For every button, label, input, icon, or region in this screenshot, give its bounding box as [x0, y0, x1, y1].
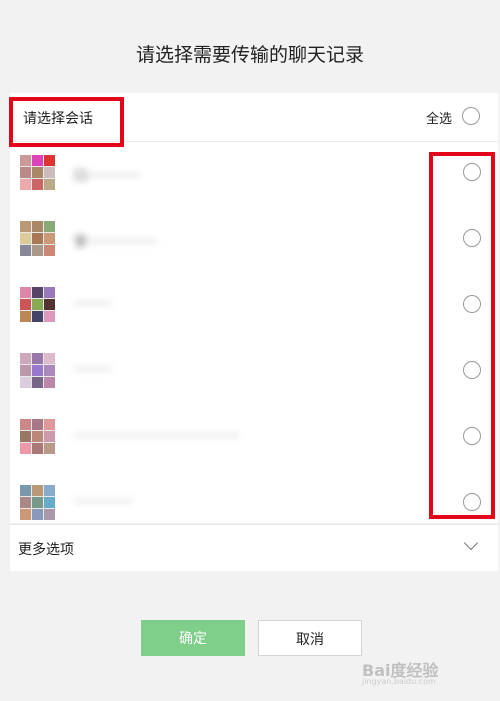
avatar-tile [20, 509, 31, 520]
chat-avatar [20, 287, 55, 322]
avatar-tile [44, 311, 55, 322]
chat-name: ·············· [74, 495, 132, 510]
chat-list-panel: 请选择会话 全选 口············· 苷···············… [10, 93, 498, 523]
avatar-tile [32, 377, 43, 388]
chat-select-radio[interactable] [463, 163, 481, 181]
avatar-tile [20, 443, 31, 454]
avatar-tile [20, 365, 31, 376]
confirm-button[interactable]: 确定 [141, 620, 245, 656]
avatar-tile [20, 287, 31, 298]
chat-select-radio[interactable] [463, 295, 481, 313]
avatar-tile [32, 353, 43, 364]
chat-row[interactable]: ········· [10, 339, 498, 405]
chat-avatar [20, 221, 55, 256]
chat-row[interactable]: ········· [10, 273, 498, 339]
chat-name: 苷················· [74, 235, 158, 250]
chat-name: ········· [74, 297, 112, 312]
avatar-tile [20, 485, 31, 496]
avatar-tile [20, 299, 31, 310]
avatar-tile [20, 221, 31, 232]
avatar-tile [20, 167, 31, 178]
chat-avatar [20, 419, 55, 454]
chat-select-radio[interactable] [463, 361, 481, 379]
chat-name: ········································ [74, 429, 240, 444]
avatar-tile [20, 419, 31, 430]
avatar-tile [32, 419, 43, 430]
chat-row[interactable]: 苷················· [10, 207, 498, 273]
chat-select-radio[interactable] [463, 427, 481, 445]
avatar-tile [44, 443, 55, 454]
avatar-tile [32, 485, 43, 496]
chat-avatar [20, 155, 55, 190]
avatar-tile [44, 353, 55, 364]
avatar-tile [44, 485, 55, 496]
avatar-tile [32, 443, 43, 454]
more-options-row[interactable]: 更多选项 [10, 524, 498, 571]
avatar-tile [32, 179, 43, 190]
avatar-tile [44, 155, 55, 166]
avatar-tile [20, 179, 31, 190]
avatar-tile [32, 509, 43, 520]
select-all-radio[interactable] [462, 107, 480, 125]
chat-row[interactable]: ········································ [10, 405, 498, 471]
avatar-tile [32, 365, 43, 376]
chat-name: ········· [74, 363, 112, 378]
avatar-tile [44, 233, 55, 244]
chat-row[interactable]: 口············· [10, 141, 498, 207]
chat-avatar [20, 485, 55, 520]
avatar-tile [20, 245, 31, 256]
chat-row[interactable]: ·············· [10, 471, 498, 523]
chat-avatar [20, 353, 55, 388]
avatar-tile [32, 287, 43, 298]
avatar-tile [20, 377, 31, 388]
avatar-tile [20, 353, 31, 364]
avatar-tile [44, 221, 55, 232]
avatar-tile [44, 419, 55, 430]
avatar-tile [44, 299, 55, 310]
baidu-watermark: Bai度经验 jingyan.baidu.com [360, 655, 490, 691]
avatar-tile [44, 167, 55, 178]
chat-select-radio[interactable] [463, 493, 481, 511]
dialog-title: 请选择需要传输的聊天记录 [135, 44, 364, 66]
avatar-tile [44, 497, 55, 508]
chevron-down-icon[interactable] [463, 535, 479, 551]
avatar-tile [32, 167, 43, 178]
watermark-sub: jingyan.baidu.com [362, 677, 436, 686]
avatar-tile [44, 287, 55, 298]
chat-select-radio[interactable] [463, 229, 481, 247]
avatar-tile [44, 365, 55, 376]
more-options-label: 更多选项 [18, 542, 74, 558]
avatar-tile [32, 497, 43, 508]
chat-name: 口············· [74, 169, 141, 184]
avatar-tile [20, 311, 31, 322]
avatar-tile [32, 155, 43, 166]
avatar-tile [44, 509, 55, 520]
avatar-tile [32, 245, 43, 256]
avatar-tile [44, 377, 55, 388]
list-header: 请选择会话 全选 [10, 93, 498, 142]
avatar-tile [32, 233, 43, 244]
avatar-tile [20, 497, 31, 508]
avatar-tile [44, 431, 55, 442]
avatar-tile [32, 311, 43, 322]
select-all-label[interactable]: 全选 [426, 108, 452, 127]
avatar-tile [20, 155, 31, 166]
avatar-tile [44, 245, 55, 256]
avatar-tile [32, 221, 43, 232]
avatar-tile [32, 431, 43, 442]
avatar-tile [20, 431, 31, 442]
avatar-tile [20, 233, 31, 244]
cancel-button[interactable]: 取消 [258, 620, 362, 656]
avatar-tile [44, 179, 55, 190]
avatar-tile [32, 299, 43, 310]
list-header-label: 请选择会话 [23, 111, 93, 127]
